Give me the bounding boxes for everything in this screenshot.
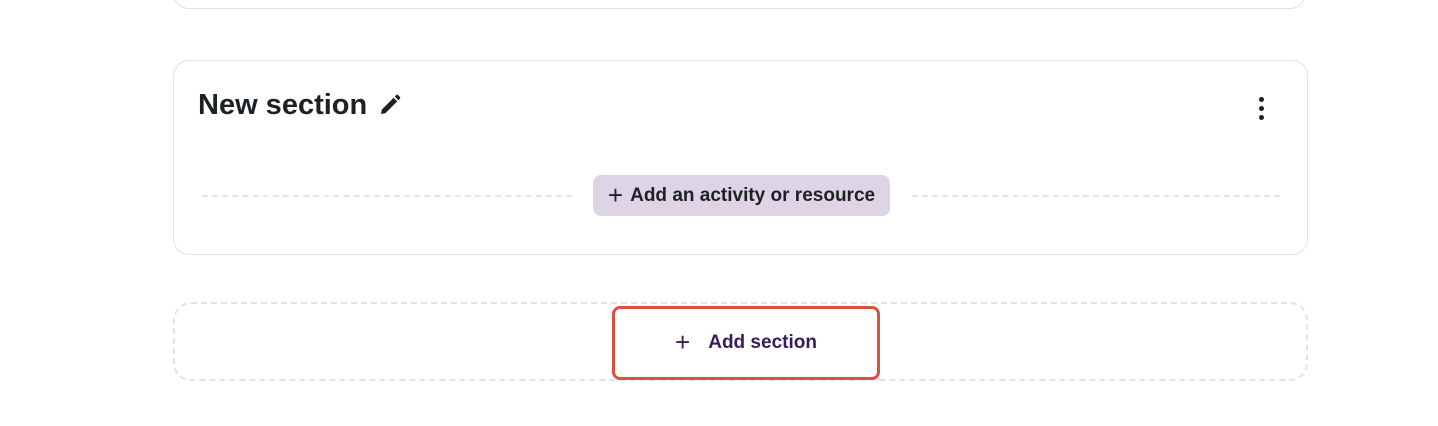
add-activity-button[interactable]: + Add an activity or resource (593, 175, 890, 216)
plus-icon: + (675, 326, 691, 357)
kebab-dot (1258, 96, 1264, 102)
plus-icon: + (607, 179, 624, 210)
section-title: New section (198, 89, 368, 121)
add-activity-label: Add an activity or resource (630, 184, 876, 206)
section-header: New section (198, 87, 403, 123)
add-section-label: Add section (708, 332, 817, 353)
divider-left (202, 195, 572, 197)
add-section-button[interactable]: + Add section (612, 306, 880, 380)
kebab-dot (1258, 114, 1264, 120)
course-page: New section + Add an activity or resourc… (0, 0, 1438, 426)
kebab-menu-icon[interactable] (1249, 95, 1273, 121)
kebab-dot (1258, 105, 1264, 111)
pencil-icon[interactable] (377, 92, 403, 118)
divider-right (912, 195, 1280, 197)
previous-section-card (173, 0, 1306, 9)
section-card: New section + Add an activity or resourc… (173, 60, 1308, 255)
